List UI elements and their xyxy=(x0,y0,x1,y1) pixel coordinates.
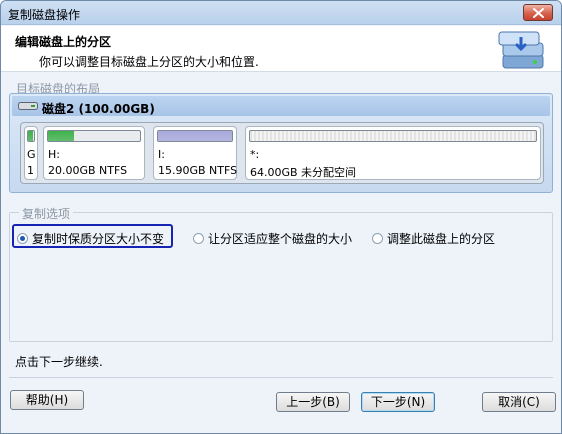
option-label: 调整此磁盘上的分区 xyxy=(387,232,496,246)
header-title: 编辑磁盘上的分区 xyxy=(15,35,112,49)
status-text: 点击下一步继续. xyxy=(15,355,103,369)
disk-layout-panel: 磁盘2 (100.00GB) G 1 H: 20.00GB NTFS I: 15… xyxy=(9,93,553,193)
partition-usage-bar xyxy=(158,131,232,141)
disk-copy-icon xyxy=(498,31,544,69)
partition-unallocated[interactable]: *: 64.00GB 未分配空间 xyxy=(245,126,541,180)
help-button[interactable]: 帮助(H) xyxy=(10,390,84,410)
next-button[interactable]: 下一步(N) xyxy=(361,392,435,412)
partition-detail: 15.90GB NTFS xyxy=(158,164,238,177)
dialog-window: 复制磁盘操作 编辑磁盘上的分区 你可以调整目标磁盘上分区的大小和位置. 目标磁盘… xyxy=(0,0,562,434)
radio-button-selected[interactable] xyxy=(17,233,28,244)
partition-label: I: xyxy=(158,148,165,161)
cancel-button[interactable]: 取消(C) xyxy=(482,392,556,412)
partition-i[interactable]: I: 15.90GB NTFS xyxy=(153,126,237,180)
close-icon xyxy=(533,8,544,18)
partition-label: *: xyxy=(250,148,260,161)
radio-button[interactable] xyxy=(372,233,383,244)
partition-detail: 64.00GB 未分配空间 xyxy=(250,166,357,179)
close-button[interactable] xyxy=(523,4,553,21)
title-bar[interactable]: 复制磁盘操作 xyxy=(1,1,561,25)
partition-detail: 20.00GB NTFS xyxy=(48,164,128,177)
partition-h[interactable]: H: 20.00GB NTFS xyxy=(43,126,145,180)
back-button[interactable]: 上一步(B) xyxy=(276,392,350,412)
partition-usage-bar xyxy=(28,131,34,141)
radio-button[interactable] xyxy=(193,233,204,244)
partition-g[interactable]: G 1 xyxy=(24,126,38,180)
header-subtitle: 你可以调整目标磁盘上分区的大小和位置. xyxy=(39,55,259,69)
copy-options-label: 复制选项 xyxy=(19,205,74,222)
option-adjust-partitions[interactable]: 调整此磁盘上的分区 xyxy=(372,230,495,247)
option-fit-disk[interactable]: 让分区适应整个磁盘的大小 xyxy=(193,230,352,247)
partition-label: G xyxy=(27,148,36,161)
disk-header: 磁盘2 (100.00GB) xyxy=(12,96,550,116)
partition-label: H: xyxy=(48,148,60,161)
partition-strip: G 1 H: 20.00GB NTFS I: 15.90GB NTFS *: 6… xyxy=(20,122,544,184)
footer-divider xyxy=(9,377,553,378)
option-keep-size[interactable]: 复制时保质分区大小不变 xyxy=(17,230,164,247)
partition-usage-bar xyxy=(48,131,74,141)
hard-disk-icon xyxy=(18,102,38,110)
option-label: 让分区适应整个磁盘的大小 xyxy=(208,232,353,246)
wizard-header: 编辑磁盘上的分区 你可以调整目标磁盘上分区的大小和位置. xyxy=(1,26,561,72)
option-label: 复制时保质分区大小不变 xyxy=(32,232,165,246)
window-title: 复制磁盘操作 xyxy=(8,8,81,22)
partition-detail: 1 xyxy=(27,164,34,177)
disk-name: 磁盘2 (100.00GB) xyxy=(42,102,155,116)
